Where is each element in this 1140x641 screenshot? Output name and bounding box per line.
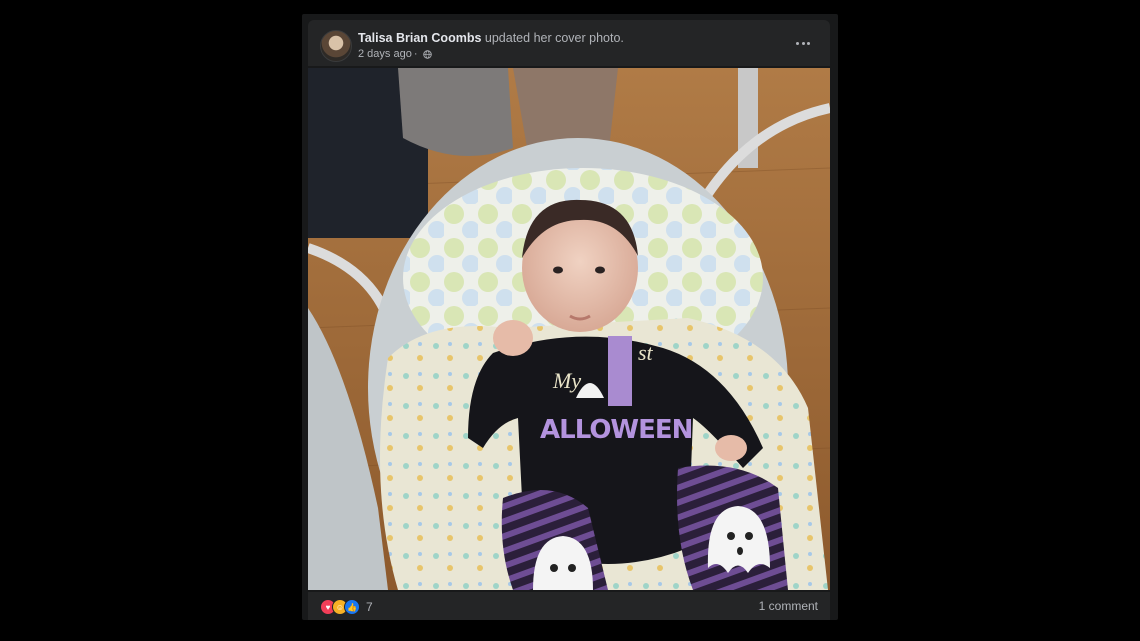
post-footer: ♥ ☺ 👍 7 1 comment [308, 592, 830, 620]
globe-icon[interactable] [422, 49, 432, 59]
author-avatar[interactable] [320, 30, 352, 62]
baby-photo-illustration: My st ALLOWEEN [308, 68, 830, 590]
meta-separator: · [413, 48, 418, 60]
post-title-line: Talisa Brian Coombs updated her cover ph… [358, 31, 624, 45]
svg-text:ALLOWEEN: ALLOWEEN [540, 415, 692, 445]
svg-text:st: st [638, 340, 654, 365]
reaction-summary[interactable]: ♥ ☺ 👍 7 [320, 599, 373, 615]
post-photo[interactable]: My st ALLOWEEN [308, 68, 830, 590]
post-card: Talisa Brian Coombs updated her cover ph… [302, 14, 838, 620]
more-horizontal-icon [796, 41, 800, 45]
more-options-button[interactable] [792, 32, 814, 54]
svg-text:My: My [552, 368, 581, 393]
post-timestamp[interactable]: 2 days ago [358, 48, 412, 60]
comment-count-link[interactable]: 1 comment [759, 599, 818, 613]
like-reaction-icon: 👍 [344, 599, 360, 615]
post-action: updated her cover photo. [484, 31, 624, 45]
author-name[interactable]: Talisa Brian Coombs [358, 31, 481, 45]
post-header: Talisa Brian Coombs updated her cover ph… [308, 20, 830, 66]
post-meta: 2 days ago · [358, 48, 432, 60]
reaction-count[interactable]: 7 [366, 600, 373, 614]
